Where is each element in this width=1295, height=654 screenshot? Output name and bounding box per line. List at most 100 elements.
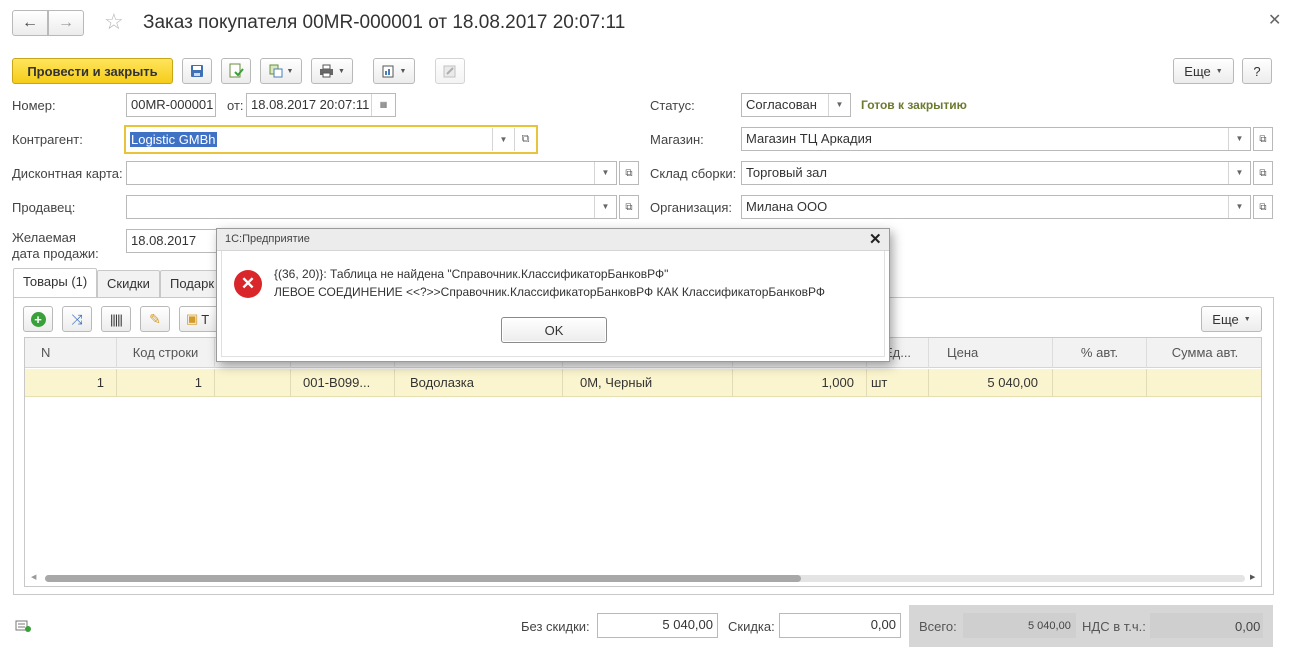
discount-card-open-button[interactable]: ⧉ bbox=[619, 161, 639, 185]
seller-open-button[interactable]: ⧉ bbox=[619, 195, 639, 219]
open-icon: ⧉ bbox=[625, 201, 633, 213]
scrollbar-thumb[interactable] bbox=[45, 575, 801, 582]
col-price-header[interactable]: Цена bbox=[929, 338, 1053, 368]
printer-icon bbox=[320, 64, 334, 78]
open-icon: ⧉ bbox=[625, 167, 633, 179]
chevron-down-icon[interactable]: ▼ bbox=[594, 196, 616, 218]
col-code-header[interactable]: Код строки bbox=[117, 338, 215, 368]
table-more-label: Еще bbox=[1212, 311, 1239, 327]
table-more-button[interactable]: Еще ▼ bbox=[1201, 306, 1262, 332]
chevron-down-icon[interactable]: ▼ bbox=[594, 162, 616, 184]
discount-card-label: Дисконтная карта: bbox=[12, 166, 123, 181]
col-auto-sum-header[interactable]: Сумма авт. bbox=[1147, 338, 1261, 368]
warehouse-label: Склад сборки: bbox=[650, 166, 737, 181]
add-row-button[interactable]: + bbox=[23, 306, 53, 332]
org-label: Организация: bbox=[650, 200, 733, 215]
desired-date-field[interactable]: 18.08.2017 bbox=[126, 229, 226, 253]
tab-goods[interactable]: Товары (1) bbox=[13, 268, 98, 298]
chevron-down-icon[interactable]: ▼ bbox=[492, 128, 514, 151]
reports-button[interactable]: ▼ bbox=[373, 58, 415, 84]
desired-date-label-2: дата продажи: bbox=[12, 246, 99, 261]
store-value: Магазин ТЦ Аркадия bbox=[746, 131, 872, 146]
vat-label: НДС в т.ч.: bbox=[1082, 619, 1146, 634]
message-icon[interactable] bbox=[15, 619, 31, 636]
seller-field[interactable]: ▼ bbox=[126, 195, 617, 219]
dialog-ok-button[interactable]: OK bbox=[501, 317, 607, 343]
org-open-button[interactable]: ⧉ bbox=[1253, 195, 1273, 219]
window-title: Заказ покупателя 00MR-000001 от 18.08.20… bbox=[143, 12, 626, 33]
plus-circle-icon: + bbox=[30, 311, 46, 327]
total-label: Всего: bbox=[919, 619, 957, 634]
back-button[interactable]: ← bbox=[12, 10, 48, 36]
chevron-down-icon[interactable]: ▼ bbox=[1228, 162, 1250, 184]
fill-button[interactable]: ✎ bbox=[140, 306, 170, 332]
number-label: Номер: bbox=[12, 98, 56, 113]
post-document-icon bbox=[229, 63, 244, 78]
close-window-icon[interactable]: ✕ bbox=[1268, 10, 1281, 30]
cell-characteristic: 0М, Черный bbox=[563, 369, 733, 397]
col-n-header[interactable]: N bbox=[25, 338, 117, 368]
dialog-close-icon[interactable]: ✕ bbox=[869, 230, 882, 248]
table-row[interactable]: 1 1 001-В099... Водолазка 0М, Черный 1,0… bbox=[25, 369, 1261, 397]
edit-button[interactable] bbox=[435, 58, 465, 84]
more-button[interactable]: Еще ▼ bbox=[1173, 58, 1234, 84]
pencil-icon: ✎ bbox=[149, 310, 161, 327]
store-label: Магазин: bbox=[650, 132, 704, 147]
chevron-down-icon[interactable]: ▼ bbox=[1228, 196, 1250, 218]
discount-field: 0,00 bbox=[779, 613, 901, 638]
number-field[interactable]: 00MR-000001 bbox=[126, 93, 216, 117]
warehouse-open-button[interactable]: ⧉ bbox=[1253, 161, 1273, 185]
warehouse-field[interactable]: Торговый зал ▼ bbox=[741, 161, 1251, 185]
dialog-titlebar: 1С:Предприятие ✕ bbox=[217, 229, 889, 251]
scroll-right-icon[interactable]: ▶ bbox=[1250, 573, 1255, 581]
goods-table: N Код строки Ед... Цена % авт. Сумма авт… bbox=[24, 337, 1262, 587]
chevron-down-icon[interactable]: ▼ bbox=[1228, 128, 1250, 150]
partial-toolbar-label: Т bbox=[201, 311, 210, 327]
post-and-close-button[interactable]: Провести и закрыть bbox=[12, 58, 173, 84]
open-icon: ⧉ bbox=[1259, 167, 1267, 179]
no-discount-field: 5 040,00 bbox=[597, 613, 718, 638]
open-icon[interactable]: ⧉ bbox=[514, 128, 536, 151]
forward-button[interactable]: → bbox=[48, 10, 84, 36]
horizontal-scrollbar[interactable] bbox=[45, 575, 1245, 582]
calendar-icon[interactable]: ▦ bbox=[371, 94, 395, 116]
org-value: Милана ООО bbox=[746, 199, 828, 214]
save-button[interactable] bbox=[182, 58, 212, 84]
desired-date-label-1: Желаемая bbox=[12, 230, 76, 245]
create-based-on-button[interactable]: ▼ bbox=[260, 58, 302, 84]
chevron-down-icon[interactable]: ▼ bbox=[828, 94, 850, 116]
cell-code: 1 bbox=[117, 369, 215, 397]
reports-icon bbox=[382, 65, 394, 78]
dialog-message-line2: ЛЕВОЕ СОЕДИНЕНИЕ <<?>>Справочник.Классиф… bbox=[274, 285, 825, 299]
print-button[interactable]: ▼ bbox=[311, 58, 353, 84]
help-button[interactable]: ? bbox=[1242, 58, 1272, 84]
favorite-star-icon[interactable]: ☆ bbox=[104, 9, 124, 35]
chevron-down-icon: ▼ bbox=[1215, 67, 1223, 75]
chevron-down-icon: ▼ bbox=[1243, 315, 1251, 323]
cell-name: Водолазка bbox=[395, 369, 563, 397]
more-button-label: Еще bbox=[1184, 63, 1211, 79]
cell-price: 5 040,00 bbox=[929, 369, 1053, 397]
store-open-button[interactable]: ⧉ bbox=[1253, 127, 1273, 151]
counterparty-value: Logistic GMBh bbox=[130, 132, 217, 147]
arrow-left-icon: ← bbox=[22, 14, 38, 31]
cell-article: 001-В099... bbox=[291, 369, 395, 397]
dialog-title: 1С:Предприятие bbox=[225, 233, 310, 245]
tab-gifts[interactable]: Подарк bbox=[160, 270, 225, 298]
store-field[interactable]: Магазин ТЦ Аркадия ▼ bbox=[741, 127, 1251, 151]
col-auto-pct-header[interactable]: % авт. bbox=[1053, 338, 1147, 368]
status-field[interactable]: Согласован ▼ bbox=[741, 93, 851, 117]
counterparty-field[interactable]: Logistic GMBh ▼ ⧉ bbox=[124, 125, 538, 154]
discount-card-field[interactable]: ▼ bbox=[126, 161, 617, 185]
split-button[interactable]: ⤨ bbox=[62, 306, 92, 332]
counterparty-label: Контрагент: bbox=[12, 132, 83, 147]
tab-discounts[interactable]: Скидки bbox=[97, 270, 160, 298]
scroll-left-icon[interactable]: ◀ bbox=[31, 573, 36, 581]
post-button[interactable] bbox=[221, 58, 251, 84]
barcode-button[interactable]: ||||| bbox=[101, 306, 131, 332]
status-label: Статус: bbox=[650, 98, 695, 113]
date-field[interactable]: 18.08.2017 20:07:11 ▦ bbox=[246, 93, 396, 117]
org-field[interactable]: Милана ООО ▼ bbox=[741, 195, 1251, 219]
open-icon: ⧉ bbox=[1259, 201, 1267, 213]
partial-toolbar-button[interactable]: ▣ Т bbox=[179, 306, 219, 332]
